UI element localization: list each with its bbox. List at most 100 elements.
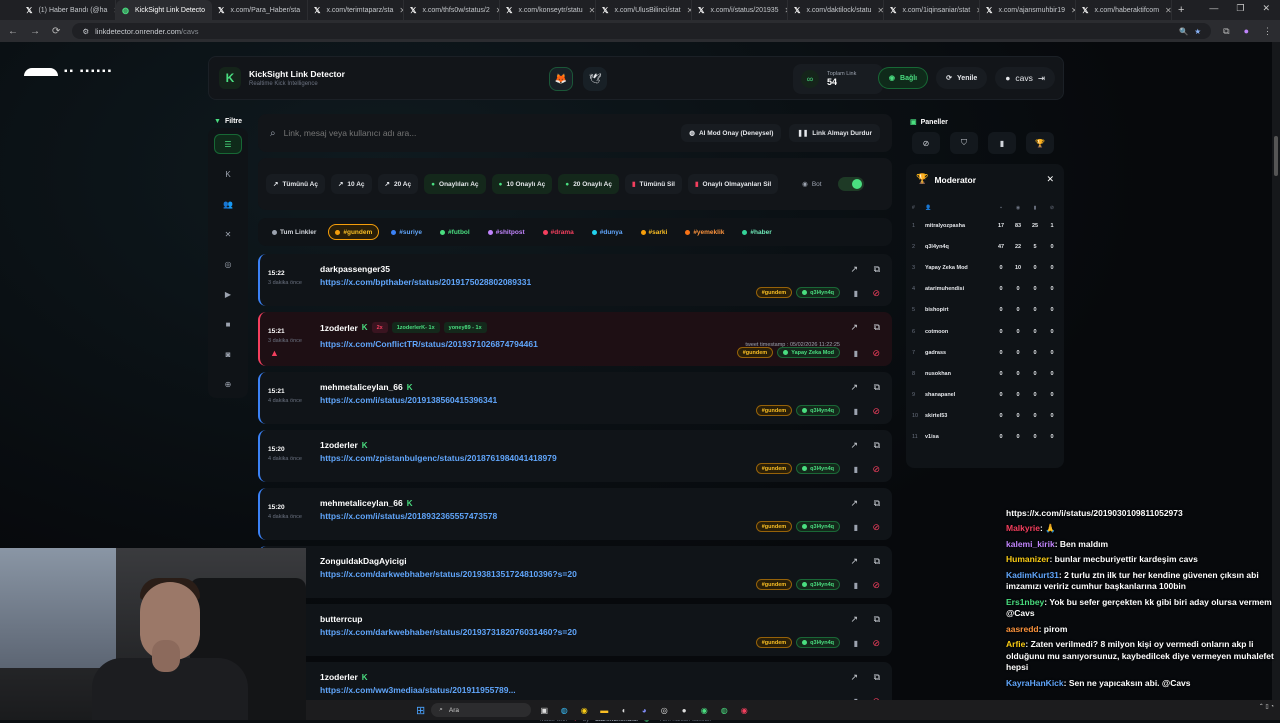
users-icon[interactable]: 👥 [214,194,242,214]
folder-icon[interactable]: ▬ [597,703,611,717]
category-chip[interactable]: #dunya [586,224,629,240]
moderator-row[interactable]: 3 Yapay Zeka Mod 0 10 0 0 [912,257,1058,278]
item-link[interactable]: https://x.com/i/status/20189323655574735… [320,511,497,521]
browser-tab[interactable]: 𝕏x.com/konseytr/statu ✕ [500,0,596,20]
maximize-icon[interactable]: ❐ [1236,3,1244,14]
ban-icon[interactable]: ⊘ [912,132,940,154]
category-chip[interactable]: #drama [537,224,580,240]
camera-icon[interactable]: ◙ [214,344,242,364]
profile-avatar-icon[interactable]: ● [1244,26,1249,37]
menu-icon[interactable]: ⋮ [1263,26,1272,37]
moderator-row[interactable]: 8 nusokhan 0 0 0 0 [912,363,1058,384]
moderator-row[interactable]: 4 atarimuhendisi 0 0 0 0 [912,279,1058,300]
trash-icon[interactable]: ▮ [854,289,858,298]
browser-tab[interactable]: 𝕏x.com/thfs0w/status/2✕ [404,0,500,20]
close-tab-icon[interactable]: ✕ [1165,6,1171,15]
close-tab-icon[interactable]: ✕ [877,6,883,15]
browser-tab[interactable]: 𝕏x.com/1iqinsaniar/stat✕ [884,0,980,20]
steam-icon[interactable]: ◎ [657,703,671,717]
moderator-row[interactable]: 9 shanapanel 0 0 0 0 [912,385,1058,406]
browser-tab[interactable]: 𝕏x.com/daktilock/statu ✕ [788,0,884,20]
item-link[interactable]: https://x.com/ConflictTR/status/20193710… [320,339,538,349]
moderator-row[interactable]: 5 bishopirt 0 0 0 0 [912,300,1058,321]
username[interactable]: mehmetaliceylan_66 [320,498,403,508]
site-info-icon[interactable]: ⚙ [82,27,89,36]
copy-icon[interactable]: ⧉ [874,264,880,275]
browser-tab[interactable]: 𝕏x.com/terimtaparz/sta✕ [308,0,404,20]
delete-all-button[interactable]: ▮ Tümünü Sil [624,174,682,194]
copy-icon[interactable]: ⧉ [874,322,880,333]
task-view-icon[interactable]: ▣ [537,703,551,717]
copy-icon[interactable]: ⧉ [874,556,880,567]
bot-toggle[interactable] [837,177,864,191]
discord-icon[interactable]: ◕ [637,703,651,717]
x-icon[interactable]: ✕ [214,224,242,244]
delete-unapproved-button[interactable]: ▮ Onaylı Olmayanları Sil [687,174,779,194]
ban-icon[interactable]: ⊘ [872,580,880,591]
close-window-icon[interactable]: ✕ [1262,3,1270,14]
trash-icon[interactable]: ▮ [854,349,858,358]
system-tray[interactable]: ⌃ ▯ ◔ [1259,703,1274,710]
ban-icon[interactable]: ⊘ [872,522,880,533]
ban-icon[interactable]: ⊘ [872,348,880,359]
username[interactable]: butterrcup [320,614,363,624]
moderator-row[interactable]: 2 q3l4yn4q 47 22 5 0 [912,236,1058,257]
open-link-icon[interactable]: ↗ [850,322,858,333]
search-input[interactable] [283,128,674,138]
chrome-icon[interactable]: ◉ [577,703,591,717]
open-10-button[interactable]: ↗ 10 Aç [330,174,372,194]
open-link-icon[interactable]: ↗ [850,556,858,567]
refresh-button[interactable]: ⟳ Yenile [936,67,988,89]
open-all-button[interactable]: ↗ Tümünü Aç [266,174,325,194]
item-link[interactable]: https://x.com/zpistanbulgenc/status/2018… [320,453,557,463]
minimize-icon[interactable]: — [1209,3,1218,14]
username[interactable]: mehmetaliceylan_66 [320,382,403,392]
open-link-icon[interactable]: ↗ [850,498,858,509]
moderator-row[interactable]: 1 mitralyozpasha 17 83 25 1 [912,215,1058,236]
item-link[interactable]: https://x.com/bpthaber/status/2019175028… [320,277,531,287]
moderator-row[interactable]: 11 v1isa 0 0 0 0 [912,427,1058,448]
moderator-row[interactable]: 10 skirtel53 0 0 0 0 [912,406,1058,427]
browser-tab[interactable]: 𝕏x.com/i/status/201935✕ [692,0,788,20]
open-10-approved-button[interactable]: ● 10 Onaylı Aç [491,174,553,194]
ban-icon[interactable]: ⊘ [872,638,880,649]
trash-icon[interactable]: ▮ [854,523,858,532]
trash-icon[interactable]: ▮ [854,581,858,590]
app-icon[interactable]: ◐ [617,703,631,717]
item-link[interactable]: https://x.com/ww3mediaa/status/201911955… [320,685,516,695]
browser-tab[interactable]: 𝕏x.com/ajansmuhbir19✕ [980,0,1076,20]
username[interactable]: 1zoderler [320,323,358,333]
kick-icon[interactable]: K [214,164,242,184]
username[interactable]: 1zoderler [320,672,358,682]
copy-icon[interactable]: ⧉ [874,382,880,393]
ban-icon[interactable]: ⊘ [872,406,880,417]
edge-icon[interactable]: ◍ [557,703,571,717]
category-chip[interactable]: #suriye [385,224,428,240]
whatsapp-icon[interactable]: ◍ [717,703,731,717]
browser-tab[interactable]: 𝕏(1) Haber Bandı (@ha✕ [20,0,116,20]
close-icon[interactable]: ✕ [1046,174,1054,185]
open-link-icon[interactable]: ↗ [850,440,858,451]
youtube-icon[interactable]: ▶ [214,284,242,304]
username[interactable]: ZonguldakDagAyicigi [320,556,407,566]
open-20-approved-button[interactable]: ● 20 Onaylı Aç [558,174,619,194]
ban-icon[interactable]: ⊘ [872,464,880,475]
forward-icon[interactable]: → [30,26,40,37]
instagram-icon[interactable]: ◎ [214,254,242,274]
ban-icon[interactable]: ⊘ [872,288,880,299]
trash-icon[interactable]: ▮ [854,639,858,648]
taskbar-search[interactable]: ⌕ Ara [431,703,532,717]
extensions-icon[interactable]: ⧉ [1223,26,1229,37]
browser-tab[interactable]: 𝕏x.com/UlusBilinci/stat✕ [596,0,692,20]
obs-icon[interactable]: ● [677,703,691,717]
stop-links-button[interactable]: ❚❚ Link Almayı Durdur [789,124,880,142]
globe-icon[interactable]: ⊕ [214,374,242,394]
stream-avatar-icon[interactable]: 🦊 [549,67,573,91]
item-link[interactable]: https://x.com/darkwebhaber/status/201937… [320,627,577,637]
close-tab-icon[interactable]: ✕ [589,6,595,15]
trash-icon[interactable]: ▮ [854,465,858,474]
browser-tab[interactable]: 𝕏x.com/Para_Haber/sta✕ [212,0,308,20]
logout-icon[interactable]: ⇥ [1038,73,1045,84]
list-icon[interactable]: ☰ [214,134,242,154]
moderator-row[interactable]: 7 gadrass 0 0 0 0 [912,342,1058,363]
